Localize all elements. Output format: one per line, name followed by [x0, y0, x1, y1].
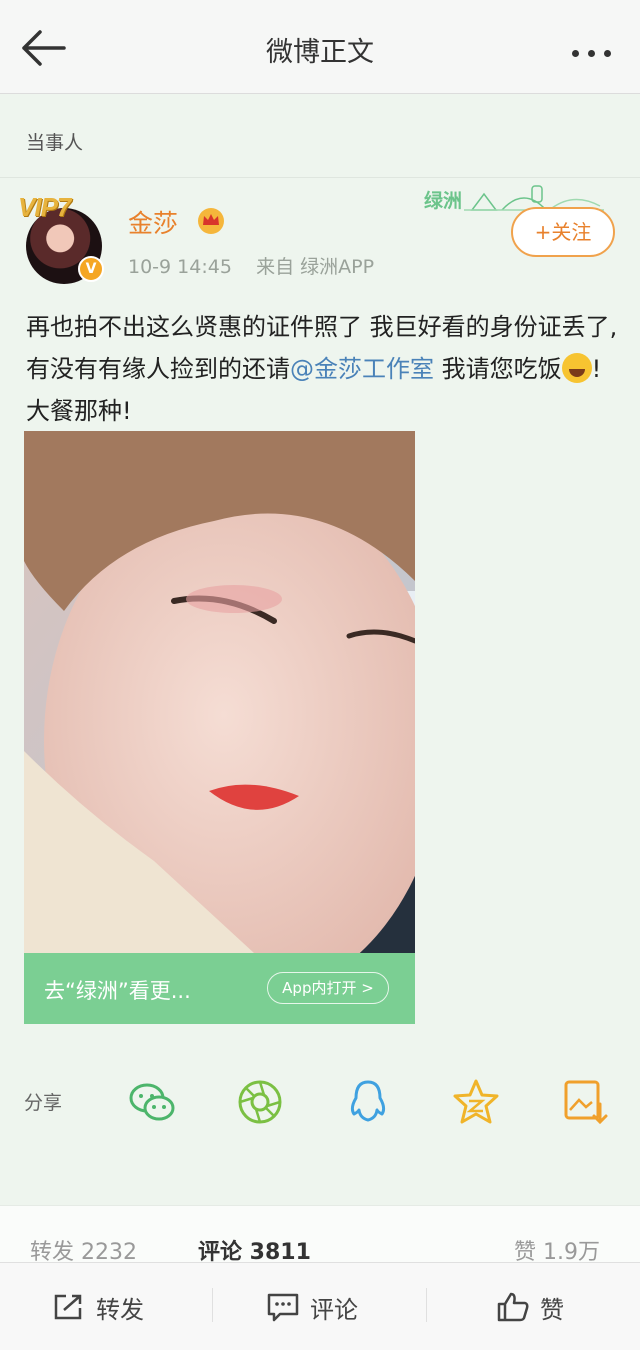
post-time: 10-9 14:45: [128, 256, 232, 278]
repost-button[interactable]: 转发: [52, 1287, 144, 1327]
page-title: 微博正文: [266, 37, 374, 68]
post-text-middle: 我请您吃饭: [434, 355, 562, 383]
oasis-promo-text: 去“绿洲”看更...: [44, 979, 191, 1003]
save-image-icon[interactable]: [562, 1078, 610, 1126]
post-meta: 10-9 14:45 来自 绿洲APP: [128, 252, 374, 279]
section-label: 当事人: [26, 132, 84, 154]
like-button[interactable]: 赞: [496, 1287, 564, 1327]
comment-button[interactable]: 评论: [266, 1287, 358, 1327]
repost-button-label: 转发: [96, 1295, 144, 1324]
laughing-emoji-icon: [561, 353, 592, 383]
portrait-photo[interactable]: [24, 431, 415, 953]
post-image[interactable]: [24, 431, 415, 953]
moments-icon[interactable]: [236, 1078, 284, 1126]
author-name[interactable]: 金莎: [128, 204, 178, 240]
qzone-icon[interactable]: [452, 1078, 500, 1126]
divider: [426, 1288, 427, 1322]
open-in-app-button[interactable]: App内打开 >: [267, 972, 389, 1004]
qq-icon[interactable]: [344, 1078, 392, 1126]
author-avatar[interactable]: VIP7 V: [18, 192, 110, 288]
oasis-brand-text: 绿洲: [424, 190, 463, 212]
oasis-promo-bar[interactable]: 去“绿洲”看更... App内打开 >: [24, 953, 415, 1024]
vip-badge: VIP7: [18, 192, 71, 222]
follow-button[interactable]: +关注: [511, 207, 615, 257]
comment-button-label: 评论: [310, 1295, 358, 1324]
more-options-icon[interactable]: [572, 42, 620, 57]
mention-link[interactable]: @金莎工作室: [290, 355, 434, 383]
wechat-icon[interactable]: [128, 1078, 176, 1126]
section-divider: [0, 177, 640, 178]
top-navigation-bar: 微博正文: [0, 0, 640, 94]
share-out-icon: [54, 1294, 82, 1320]
post-source[interactable]: 来自 绿洲APP: [256, 256, 374, 278]
crown-icon: [198, 208, 224, 234]
comment-icon: [267, 1293, 299, 1322]
divider: [212, 1288, 213, 1322]
share-label: 分享: [24, 1092, 63, 1114]
thumbs-up-icon: [497, 1292, 529, 1322]
like-button-label: 赞: [540, 1295, 564, 1324]
post-text: 再也拍不出这么贤惠的证件照了 我巨好看的身份证丢了,有没有有缘人捡到的还请@金莎…: [26, 306, 618, 432]
verified-icon: V: [78, 256, 104, 282]
